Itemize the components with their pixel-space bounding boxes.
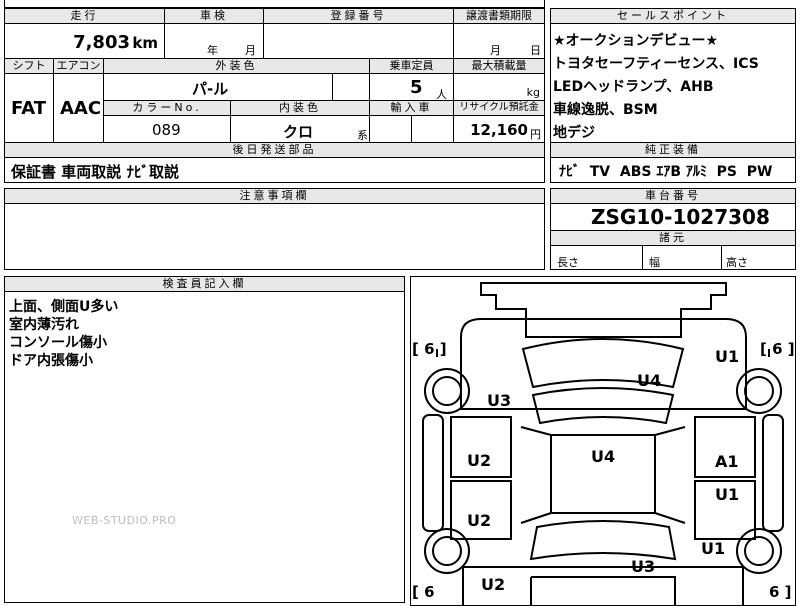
ac-cell: AAC bbox=[53, 73, 104, 143]
capacity-cell: 5 人 bbox=[369, 73, 454, 101]
car-diagram: [ 6 ] [ 6 ] [ 6 6 ] U1 U4 U3 U4 U2 A1 U2… bbox=[410, 276, 796, 606]
color-no-header: カラーNo. bbox=[103, 100, 231, 116]
label-right-front-door: A1 bbox=[715, 452, 739, 471]
dim-height-label: 高さ bbox=[726, 256, 748, 269]
inspector-line-1: 上面、側面U多い bbox=[9, 299, 119, 315]
recycle-header: リサイクル預託金 bbox=[453, 100, 545, 116]
watermark: WEB-STUDIO.PRO bbox=[72, 514, 177, 527]
transfer-day-label: 日 bbox=[530, 44, 541, 57]
label-roof: U4 bbox=[591, 447, 616, 466]
exterior-color-cell: パ-ル bbox=[103, 73, 333, 101]
label-hood: U4 bbox=[637, 371, 662, 390]
import-cell-a bbox=[369, 115, 412, 143]
later-parts-cell: 保証書 車両取説 ﾅﾋﾞ取説 bbox=[4, 157, 545, 183]
max-load-unit: kg bbox=[526, 86, 540, 99]
later-parts-value: 保証書 車両取説 ﾅﾋﾞ取説 bbox=[11, 163, 179, 181]
dimensions-header: 諸元 bbox=[550, 230, 796, 246]
label-left-rear-door: U2 bbox=[467, 511, 492, 530]
label-front-right: U1 bbox=[715, 347, 740, 366]
inspector-line-3: コンソール傷小 bbox=[9, 335, 107, 351]
later-parts-header: 後日発送部品 bbox=[4, 142, 545, 158]
interior-color-cell: クロ 系 bbox=[230, 115, 370, 143]
label-right-rear-quarter: U1 bbox=[701, 539, 726, 558]
notes-cell bbox=[4, 203, 545, 270]
sales-point-line-3: LEDヘッドランプ、AHB bbox=[553, 79, 714, 95]
bracket-front-left: [ 6 ] bbox=[412, 340, 447, 358]
inspector-header: 検査員記入欄 bbox=[4, 276, 405, 292]
chassis-header: 車台番号 bbox=[550, 188, 796, 204]
exterior-color-value: パ-ル bbox=[192, 80, 229, 98]
equipment-header: 純正装備 bbox=[550, 142, 796, 158]
sales-points-header: セールスポイント bbox=[550, 8, 796, 24]
capacity-value: 5 bbox=[410, 77, 423, 98]
mileage-value: 7,803 bbox=[73, 32, 130, 53]
recycle-cell: 12,160 円 bbox=[453, 115, 545, 143]
transfer-month-label: 月 bbox=[490, 44, 501, 57]
interior-color-value: クロ bbox=[283, 123, 314, 141]
shift-value: FAT bbox=[11, 98, 47, 119]
dim-height-cell: 高さ bbox=[721, 245, 796, 270]
mileage-cell: 7,803 km bbox=[4, 23, 165, 59]
transfer-cell: 月 日 bbox=[453, 23, 545, 59]
bracket-rear-left: [ 6 bbox=[412, 583, 435, 601]
inspector-line-4: ドア内張傷小 bbox=[9, 353, 93, 369]
label-trunk: U3 bbox=[631, 557, 656, 576]
max-load-header: 最大積載量 bbox=[453, 58, 545, 74]
inspector-line-2: 室内薄汚れ bbox=[9, 317, 79, 333]
car-outline bbox=[422, 282, 784, 605]
chassis-value: ZSG10-1027308 bbox=[591, 205, 770, 229]
bracket-rear-right: 6 ] bbox=[769, 583, 792, 601]
sales-point-line-4: 車線逸脱、BSM bbox=[553, 102, 658, 118]
mileage-unit: km bbox=[132, 34, 158, 52]
max-load-cell: kg bbox=[453, 73, 545, 101]
inspector-cell: 上面、側面U多い 室内薄汚れ コンソール傷小 ドア内張傷小 bbox=[4, 291, 405, 603]
label-right-rear-door: U1 bbox=[715, 485, 740, 504]
interior-color-header: 内装色 bbox=[230, 100, 370, 116]
label-left-rear-quarter: U2 bbox=[481, 575, 506, 594]
shift-cell: FAT bbox=[4, 73, 54, 143]
exterior-color-extra-cell bbox=[332, 73, 370, 101]
top-strip bbox=[4, 0, 545, 8]
sales-point-line-5: 地デジ bbox=[553, 125, 595, 141]
inspection-header: 車検 bbox=[164, 8, 264, 24]
equipment-value: ﾅﾋﾞ TV ABS ｴｱB ｱﾙﾐ PS PW bbox=[559, 164, 773, 180]
registration-cell bbox=[263, 23, 454, 59]
mileage-header: 走行 bbox=[4, 8, 165, 24]
dim-width-label: 幅 bbox=[649, 256, 660, 269]
registration-header: 登録番号 bbox=[263, 8, 454, 24]
color-no-cell: 089 bbox=[103, 115, 231, 143]
exterior-color-header: 外装色 bbox=[103, 58, 370, 74]
inspection-year-label: 年 bbox=[207, 44, 218, 57]
recycle-value: 12,160 bbox=[470, 121, 528, 139]
label-front-left: U3 bbox=[487, 391, 512, 410]
equipment-cell: ﾅﾋﾞ TV ABS ｴｱB ｱﾙﾐ PS PW bbox=[550, 157, 796, 183]
transfer-deadline-header: 譲渡書類期限 bbox=[453, 8, 545, 24]
inspection-cell: 年 月 bbox=[164, 23, 264, 59]
sales-point-line-1: ★オークションデビュー★ bbox=[553, 33, 719, 49]
dim-width-cell: 幅 bbox=[642, 245, 722, 270]
dim-length-label: 長さ bbox=[557, 256, 579, 269]
bracket-front-right: [ 6 ] bbox=[760, 340, 795, 358]
dim-length-cell: 長さ bbox=[550, 245, 643, 270]
ac-value: AAC bbox=[60, 98, 102, 119]
sales-points-cell: ★オークションデビュー★ トヨタセーフティーセンス、ICS LEDヘッドランプ、… bbox=[550, 23, 796, 143]
import-header: 輸入車 bbox=[369, 100, 454, 116]
color-no-value: 089 bbox=[152, 121, 181, 139]
shift-header: シフト bbox=[4, 58, 54, 74]
capacity-header: 乗車定員 bbox=[369, 58, 454, 74]
inspection-month-label: 月 bbox=[245, 44, 256, 57]
sales-point-line-2: トヨタセーフティーセンス、ICS bbox=[553, 56, 759, 72]
notes-header: 注意事項欄 bbox=[4, 188, 545, 204]
label-left-front-door: U2 bbox=[467, 451, 492, 470]
chassis-cell: ZSG10-1027308 bbox=[550, 203, 796, 231]
recycle-unit: 円 bbox=[530, 128, 541, 141]
import-cell-b bbox=[411, 115, 454, 143]
interior-color-suffix: 系 bbox=[357, 129, 368, 142]
ac-header: エアコン bbox=[53, 58, 104, 74]
